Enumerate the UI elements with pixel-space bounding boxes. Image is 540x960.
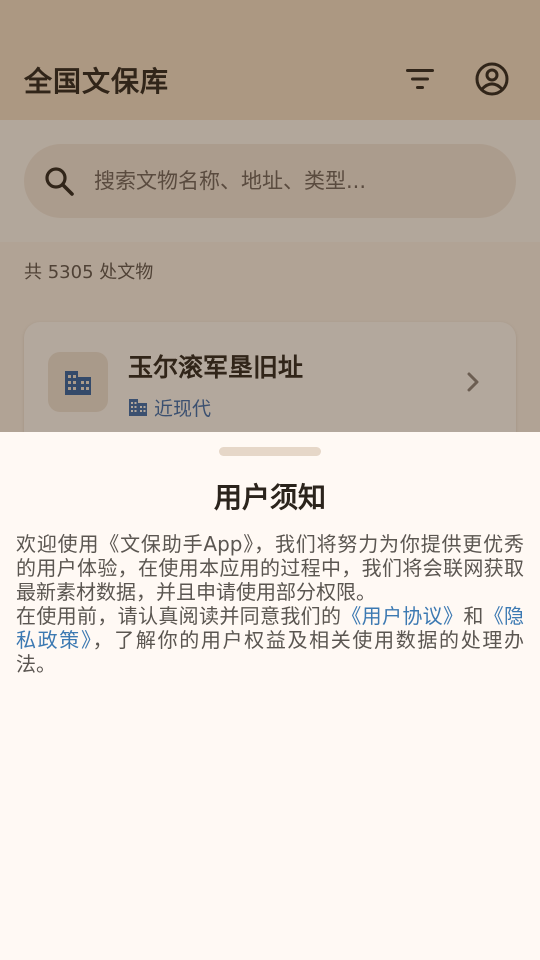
user-notice-sheet: 用户须知 欢迎使用《文保助手App》，我们将努力为你提供更优秀的用户体验，在使用… — [0, 432, 540, 960]
notice-paragraph-2: 在使用前，请认真阅读并同意我们的《用户协议》和《隐私政策》，了解你的用户权益及相… — [16, 604, 524, 676]
notice-paragraph-1: 欢迎使用《文保助手App》，我们将努力为你提供更优秀的用户体验，在使用本应用的过… — [16, 532, 524, 604]
sheet-title: 用户须知 — [213, 481, 326, 514]
notice-text: ，了解你的用户权益及相关使用数据的处理办法。 — [16, 628, 525, 676]
notice-text: 在使用前，请认真阅读并同意我们的 — [16, 604, 342, 628]
notice-body: 欢迎使用《文保助手App》，我们将努力为你提供更优秀的用户体验，在使用本应用的过… — [16, 532, 524, 676]
user-agreement-link[interactable]: 《用户协议》 — [341, 604, 463, 628]
notice-text: 和 — [463, 604, 484, 628]
drag-handle[interactable] — [219, 447, 321, 456]
